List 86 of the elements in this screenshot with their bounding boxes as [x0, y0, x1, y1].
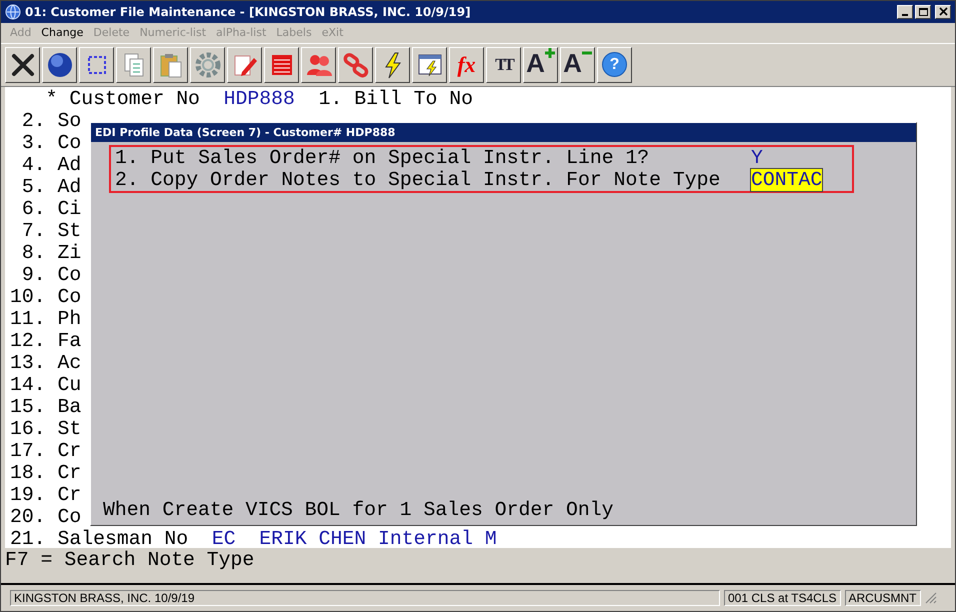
field-label: St	[56, 220, 82, 242]
row-number: 13.	[10, 352, 46, 374]
row-number: 16.	[10, 418, 46, 440]
maximize-icon	[918, 6, 928, 17]
font-smaller-button[interactable]: A	[560, 46, 595, 83]
maximize-button[interactable]	[915, 4, 931, 19]
row-number: 15.	[10, 396, 46, 418]
toolbar-button[interactable]	[116, 46, 151, 83]
toolbar-button[interactable]	[338, 46, 373, 83]
plus-icon	[544, 48, 555, 58]
row-number: *	[44, 88, 58, 110]
field-label: Cr	[56, 462, 82, 484]
row-number: 20.	[10, 506, 46, 528]
field-label: Ad	[56, 176, 82, 198]
field-label: St	[56, 418, 82, 440]
field-label: 1. Put Sales Order# on Special Instr. Line 1?	[115, 146, 650, 169]
toolbar-button[interactable]	[375, 46, 410, 83]
field-label: Fa	[56, 330, 82, 352]
field-label: Customer No	[68, 88, 200, 110]
field-label: 2. Copy Order Notes to Special Instr. For Note Type	[115, 168, 722, 191]
field-value[interactable]: CONTAC	[751, 168, 822, 191]
row-number: 10.	[10, 286, 46, 308]
row-number: 19.	[10, 484, 46, 506]
toolbar-button[interactable]	[42, 46, 77, 83]
field-label: 1. Bill To No	[318, 88, 473, 110]
row-number: 11.	[10, 308, 46, 330]
field-label: Salesman No	[56, 528, 188, 548]
row-number: 4.	[20, 154, 46, 176]
status-pane: KINGSTON BRASS, INC. 10/9/19	[10, 590, 720, 606]
field-label: So	[56, 110, 82, 132]
row-number: 2.	[20, 110, 46, 132]
field-label: Cr	[56, 440, 82, 462]
field-label: Zi	[56, 242, 82, 264]
status-pane: ARCUSMNT	[844, 590, 921, 606]
close-icon	[938, 6, 948, 17]
help-button[interactable]: ?	[597, 46, 632, 83]
row-number: 14.	[10, 374, 46, 396]
field-label: Cu	[56, 374, 82, 396]
row-number: 5.	[20, 176, 46, 198]
field-label: Co	[56, 506, 82, 528]
window-title: 01: Customer File Maintenance - [KINGSTON BRASS, INC. 10/9/19]	[25, 4, 472, 19]
toolbar-button[interactable]	[301, 46, 336, 83]
font-button[interactable]: TT	[486, 46, 521, 83]
toolbar-button[interactable]	[79, 46, 114, 83]
field-label: Cr	[56, 484, 82, 506]
toolbar-button[interactable]	[5, 46, 40, 83]
row-number: 3.	[20, 132, 46, 154]
toolbar-button[interactable]	[190, 46, 225, 83]
field-label: Ad	[56, 154, 82, 176]
field-label: Co	[56, 132, 82, 154]
toolbar-button[interactable]	[153, 46, 188, 83]
row-number: 7.	[20, 220, 46, 242]
hint-text: When Create VICS BOL for 1 Sales Order Only	[102, 498, 614, 523]
field-label: Ac	[56, 352, 82, 374]
row-number: 9.	[20, 264, 46, 286]
field-value: EC	[210, 528, 236, 548]
field-label: Ph	[56, 308, 82, 330]
settings-icon	[192, 50, 222, 80]
function-button[interactable]: fx	[449, 46, 484, 83]
field-label: Co	[56, 286, 82, 308]
toolbar-button[interactable]	[412, 46, 447, 83]
field-value: HDP888	[222, 88, 295, 110]
toolbar-button[interactable]	[227, 46, 262, 83]
help-text: F7 = Search Note Type	[5, 549, 254, 572]
row-number: 8.	[20, 242, 46, 264]
row-number: 17.	[10, 440, 46, 462]
font-larger-button[interactable]: A	[523, 46, 558, 83]
field-value[interactable]: Y	[751, 146, 763, 169]
field-label: Ci	[56, 198, 82, 220]
toolbar-button[interactable]	[264, 46, 299, 83]
field-label: Co	[56, 264, 82, 286]
field-label: Ba	[56, 396, 82, 418]
minimize-button[interactable]	[897, 4, 913, 19]
help-icon: ?	[602, 52, 627, 78]
field-value: ERIK CHEN Internal M	[258, 528, 497, 548]
menu-item[interactable]: Change	[36, 26, 88, 40]
row-number: 6.	[20, 198, 46, 220]
row-number: 12.	[10, 330, 46, 352]
status-pane: 001 CLS at TS4CLS	[724, 590, 841, 606]
row-number: 18.	[10, 462, 46, 484]
dialog-title: EDI Profile Data (Screen 7) - Customer# HDP888	[91, 122, 916, 142]
row-number: 21.	[10, 528, 46, 548]
app-globe-icon	[5, 4, 21, 20]
minimize-icon	[902, 14, 908, 16]
resize-grip-icon	[924, 592, 937, 604]
close-button[interactable]	[935, 4, 951, 19]
